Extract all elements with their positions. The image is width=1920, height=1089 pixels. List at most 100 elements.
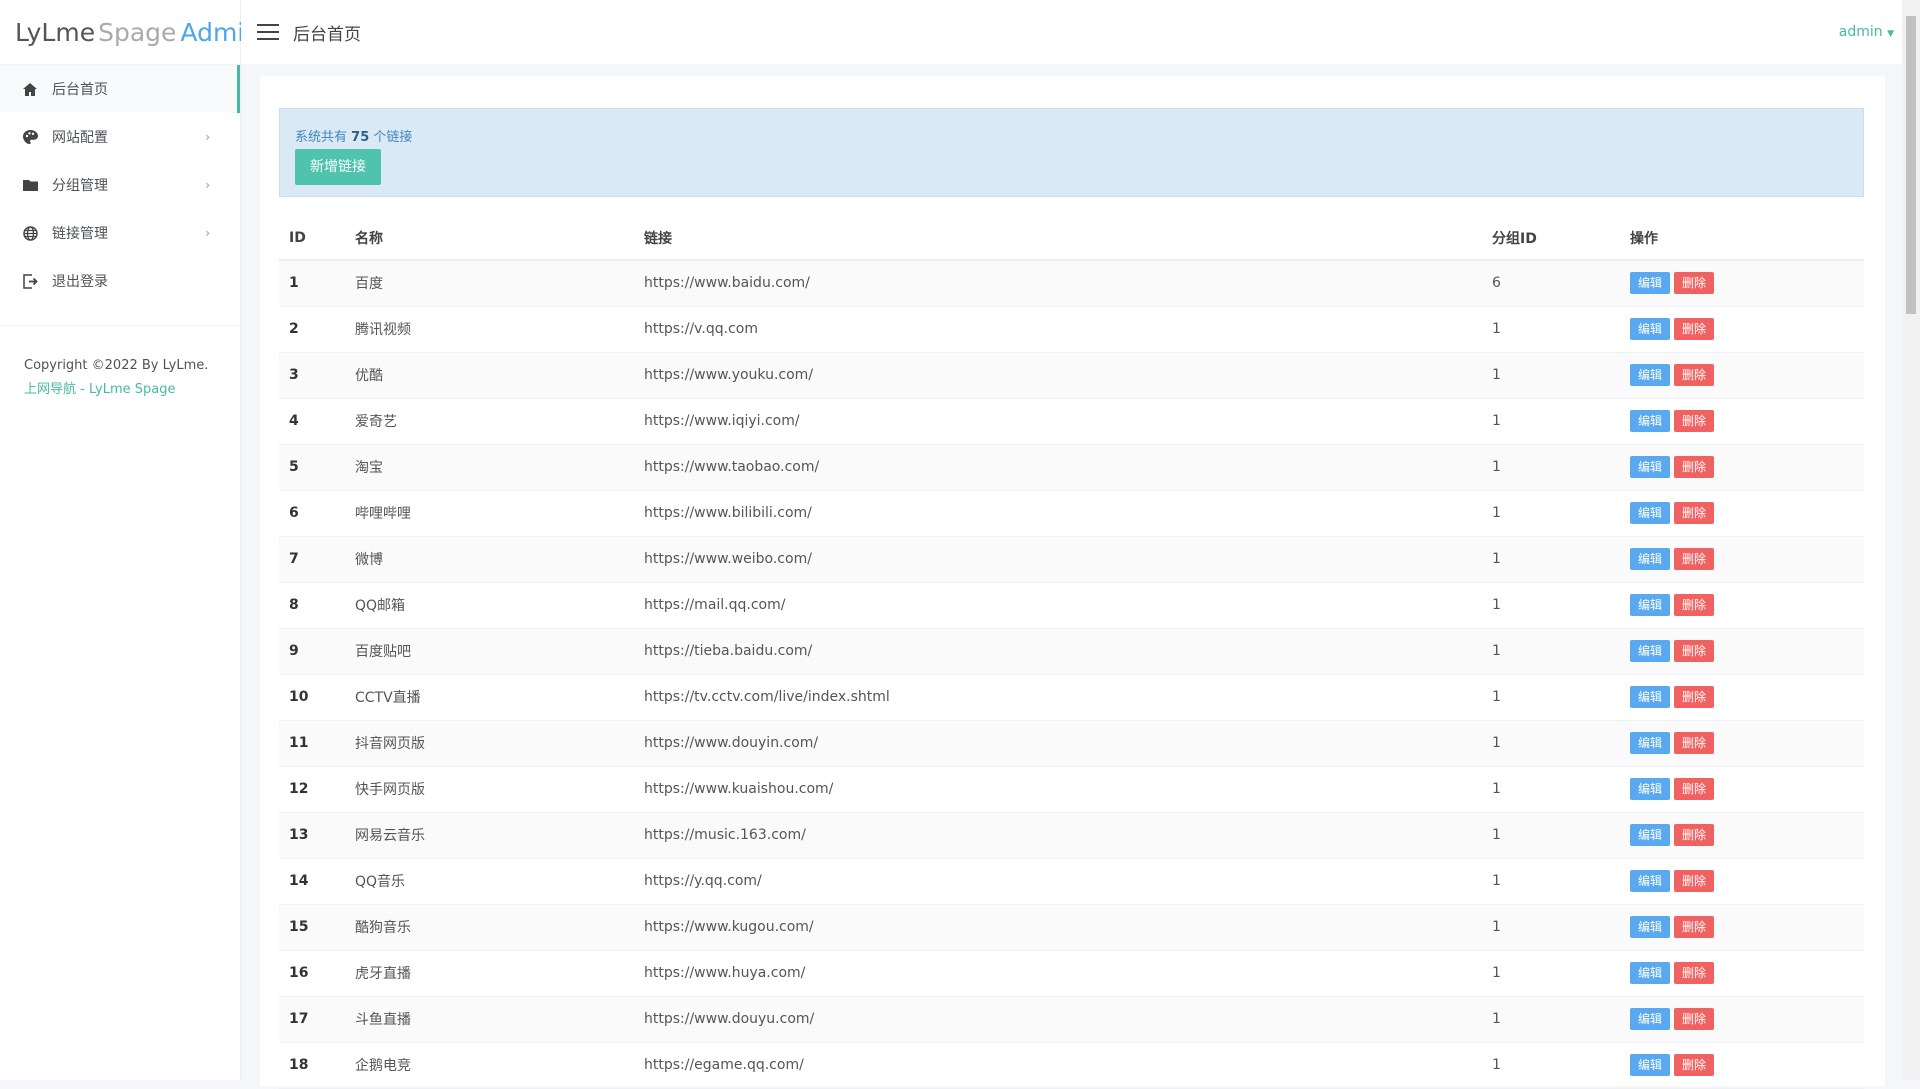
sidebar-item-label: 链接管理 (52, 226, 108, 242)
cell-id: 11 (279, 720, 345, 767)
delete-button[interactable]: 删除 (1674, 778, 1714, 800)
cell-url: https://music.163.com/ (634, 812, 1482, 859)
cell-name: 网易云音乐 (345, 812, 634, 859)
cell-id: 10 (279, 674, 345, 721)
table-row: 6 哔哩哔哩 https://www.bilibili.com/1 编辑 删除 (279, 490, 1864, 537)
edit-button[interactable]: 编辑 (1630, 870, 1670, 892)
cell-url: https://egame.qq.com/ (634, 1042, 1482, 1089)
sidebar-item-links[interactable]: 链接管理 › (0, 209, 240, 257)
cell-name: 酷狗音乐 (345, 904, 634, 951)
cell-group-id: 1 (1482, 996, 1620, 1043)
edit-button[interactable]: 编辑 (1630, 318, 1670, 340)
edit-button[interactable]: 编辑 (1630, 1054, 1670, 1076)
globe-icon (22, 225, 38, 241)
cell-url: https://tieba.baidu.com/ (634, 628, 1482, 675)
sidebar-item-label: 后台首页 (52, 82, 108, 98)
edit-button[interactable]: 编辑 (1630, 548, 1670, 570)
home-icon (22, 81, 38, 97)
chevron-right-icon: › (205, 226, 210, 240)
logo[interactable]: LyLme Spage Admin (0, 0, 260, 64)
delete-button[interactable]: 删除 (1674, 916, 1714, 938)
cell-group-id: 1 (1482, 720, 1620, 767)
cell-actions: 编辑 删除 (1620, 720, 1864, 767)
delete-button[interactable]: 删除 (1674, 824, 1714, 846)
table-row: 8 QQ邮箱 https://mail.qq.com/1 编辑 删除 (279, 582, 1864, 629)
cell-actions: 编辑 删除 (1620, 858, 1864, 905)
delete-button[interactable]: 删除 (1674, 732, 1714, 754)
edit-button[interactable]: 编辑 (1630, 916, 1670, 938)
delete-button[interactable]: 删除 (1674, 272, 1714, 295)
delete-button[interactable]: 删除 (1674, 594, 1714, 616)
edit-button[interactable]: 编辑 (1630, 732, 1670, 754)
cell-name: 企鹅电竞 (345, 1042, 634, 1089)
footer-link[interactable]: 上网导航 - LyLme Spage (24, 382, 175, 397)
sidebar-item-groups[interactable]: 分组管理 › (0, 161, 240, 209)
delete-button[interactable]: 删除 (1674, 870, 1714, 892)
cell-actions: 编辑 删除 (1620, 950, 1864, 997)
table-row: 4 爱奇艺 https://www.iqiyi.com/1 编辑 删除 (279, 398, 1864, 445)
sidebar-item-site-config[interactable]: 网站配置 › (0, 113, 240, 161)
edit-button[interactable]: 编辑 (1630, 410, 1670, 432)
cell-name: 快手网页版 (345, 766, 634, 813)
edit-button[interactable]: 编辑 (1630, 272, 1670, 295)
delete-button[interactable]: 删除 (1674, 640, 1714, 662)
table-row: 7 微博 https://www.weibo.com/1 编辑 删除 (279, 536, 1864, 583)
cell-group-id: 1 (1482, 858, 1620, 905)
cell-id: 12 (279, 766, 345, 813)
edit-button[interactable]: 编辑 (1630, 778, 1670, 800)
cell-name: 哔哩哔哩 (345, 490, 634, 537)
cell-id: 16 (279, 950, 345, 997)
edit-button[interactable]: 编辑 (1630, 640, 1670, 662)
edit-button[interactable]: 编辑 (1630, 502, 1670, 524)
sidebar-item-label: 退出登录 (52, 274, 108, 290)
edit-button[interactable]: 编辑 (1630, 364, 1670, 386)
cell-id: 18 (279, 1042, 345, 1089)
edit-button[interactable]: 编辑 (1630, 594, 1670, 616)
cell-name: 百度 (345, 260, 634, 307)
cell-group-id: 1 (1482, 766, 1620, 813)
table-row: 13 网易云音乐 https://music.163.com/1 编辑 删除 (279, 812, 1864, 859)
delete-button[interactable]: 删除 (1674, 456, 1714, 478)
cell-url: https://www.weibo.com/ (634, 536, 1482, 583)
delete-button[interactable]: 删除 (1674, 318, 1714, 340)
menu-toggle-icon[interactable] (257, 24, 279, 40)
cell-actions: 编辑 删除 (1620, 398, 1864, 445)
folder-icon (22, 177, 38, 193)
cell-name: 百度贴吧 (345, 628, 634, 675)
cell-name: 优酷 (345, 352, 634, 399)
delete-button[interactable]: 删除 (1674, 410, 1714, 432)
scrollbar-thumb[interactable] (1906, 16, 1916, 314)
cell-name: 斗鱼直播 (345, 996, 634, 1043)
table-row: 2 腾讯视频 https://v.qq.com 1 编辑 删除 (279, 306, 1864, 353)
cell-id: 6 (279, 490, 345, 537)
delete-button[interactable]: 删除 (1674, 686, 1714, 708)
scrollbar[interactable] (1902, 0, 1920, 1080)
cell-url: https://mail.qq.com/ (634, 582, 1482, 629)
user-menu[interactable]: admin ▼ (1839, 24, 1894, 40)
delete-button[interactable]: 删除 (1674, 548, 1714, 570)
delete-button[interactable]: 删除 (1674, 1054, 1714, 1076)
table-row: 12 快手网页版 https://www.kuaishou.com/1 编辑 删除 (279, 766, 1864, 813)
cell-group-id: 1 (1482, 628, 1620, 675)
logo-part2: Spage (98, 17, 177, 47)
edit-button[interactable]: 编辑 (1630, 456, 1670, 478)
cell-url: https://www.kugou.com/ (634, 904, 1482, 951)
delete-button[interactable]: 删除 (1674, 962, 1714, 984)
delete-button[interactable]: 删除 (1674, 1008, 1714, 1030)
sidebar-item-home[interactable]: 后台首页 (0, 65, 240, 113)
top-header: 后台首页 admin ▼ (241, 0, 1902, 64)
logo-part1: LyLme (15, 17, 96, 47)
edit-button[interactable]: 编辑 (1630, 686, 1670, 708)
edit-button[interactable]: 编辑 (1630, 962, 1670, 984)
edit-button[interactable]: 编辑 (1630, 1008, 1670, 1030)
delete-button[interactable]: 删除 (1674, 364, 1714, 386)
cell-id: 3 (279, 352, 345, 399)
cell-id: 4 (279, 398, 345, 445)
cell-name: 爱奇艺 (345, 398, 634, 445)
edit-button[interactable]: 编辑 (1630, 824, 1670, 846)
add-link-button[interactable]: 新增链接 (295, 149, 381, 185)
sidebar-item-logout[interactable]: 退出登录 (0, 257, 240, 305)
delete-button[interactable]: 删除 (1674, 502, 1714, 524)
cell-actions: 编辑 删除 (1620, 628, 1864, 675)
chevron-right-icon: › (205, 178, 210, 192)
